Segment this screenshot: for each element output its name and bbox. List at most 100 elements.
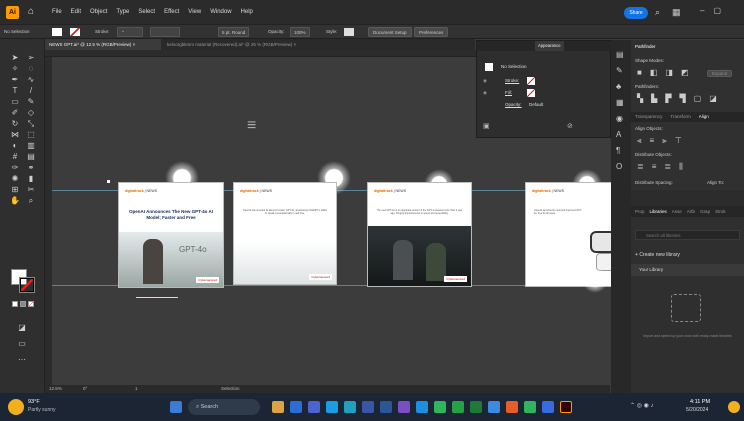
- distribute-bottom-icon[interactable]: ≣: [664, 162, 671, 172]
- screen-mode-icon[interactable]: ▭: [15, 339, 29, 349]
- library-search[interactable]: Search all libraries: [635, 230, 740, 240]
- distribute-left-icon[interactable]: ⫼: [679, 162, 683, 172]
- eyedropper-icon[interactable]: ✑: [8, 163, 22, 173]
- color-icon[interactable]: ◉: [616, 114, 623, 123]
- crop-icon[interactable]: ▜: [679, 94, 685, 103]
- notification-icon[interactable]: [728, 401, 740, 413]
- gradient-mode-icon[interactable]: [20, 301, 26, 307]
- opentype-icon[interactable]: O: [616, 162, 622, 171]
- gradient-tool-icon[interactable]: ▤: [24, 152, 38, 162]
- artboard-number[interactable]: 1: [135, 386, 138, 391]
- lasso-icon[interactable]: ◌: [24, 64, 38, 74]
- new-item-icon[interactable]: ▣: [483, 121, 490, 133]
- stroke-weight-field[interactable]: ⌃: [117, 27, 143, 37]
- artboard-3[interactable]: digitaltrack | NEWS The new GPT-4o is an…: [367, 182, 472, 287]
- menu-object[interactable]: Object: [90, 9, 107, 15]
- taskbar-app-icon[interactable]: [488, 401, 500, 413]
- brush-select[interactable]: 5 pt. Round: [218, 27, 250, 37]
- menu-effect[interactable]: Effect: [164, 9, 179, 15]
- eraser-icon[interactable]: ◇: [24, 108, 38, 118]
- selection-tool-icon[interactable]: ➤: [8, 53, 22, 63]
- taskbar-app-icon[interactable]: [398, 401, 410, 413]
- taskbar-app-icon[interactable]: [524, 401, 536, 413]
- unite-icon[interactable]: ■: [637, 68, 642, 77]
- expand-button[interactable]: Expand: [707, 70, 733, 77]
- brushes-icon[interactable]: ✎: [616, 66, 623, 75]
- taskbar-app-icon[interactable]: [452, 401, 464, 413]
- more-tools-icon[interactable]: ⋯: [15, 355, 29, 365]
- your-library-item[interactable]: Your Library: [631, 264, 744, 276]
- align-right-icon[interactable]: ⫸: [662, 136, 667, 146]
- taskbar-app-icon[interactable]: [272, 401, 284, 413]
- search-icon[interactable]: ⌕: [655, 7, 660, 18]
- merge-icon[interactable]: ▛: [665, 94, 671, 103]
- zoom-level[interactable]: 12.5%: [49, 386, 62, 391]
- exclude-icon[interactable]: ◩: [681, 68, 689, 77]
- none-mode-icon[interactable]: [28, 301, 34, 307]
- layers-icon[interactable]: ▤: [616, 50, 624, 59]
- tab-stroke[interactable]: Strok: [715, 206, 726, 217]
- perspective-grid-icon[interactable]: ▥: [24, 141, 38, 151]
- taskbar-app-icon[interactable]: [380, 401, 392, 413]
- tab-transparency[interactable]: Transparency: [635, 112, 662, 122]
- tab-artboards[interactable]: Artb: [687, 206, 695, 217]
- fill-swatch[interactable]: [527, 89, 535, 97]
- taskbar-app-icon[interactable]: [470, 401, 482, 413]
- menu-type[interactable]: Type: [116, 9, 129, 15]
- windows-start-icon[interactable]: [170, 401, 182, 413]
- taskbar-app-icon[interactable]: [434, 401, 446, 413]
- minus-front-icon[interactable]: ◧: [650, 68, 658, 77]
- shape-builder-icon[interactable]: ◐: [8, 141, 22, 151]
- align-top-icon[interactable]: ⊤: [675, 136, 682, 146]
- artboard-tool-icon[interactable]: ⊞: [8, 185, 22, 195]
- taskbar-app-icon[interactable]: [542, 401, 554, 413]
- tab-news-gpt[interactable]: NEWS GPT.ai* @ 12.5 % (RGB/Preview) ×: [45, 39, 161, 50]
- tab-properties[interactable]: Prop: [635, 206, 645, 217]
- character-icon[interactable]: A: [616, 130, 621, 139]
- menu-file[interactable]: File: [52, 9, 62, 15]
- variable-width-select[interactable]: [150, 27, 180, 37]
- line-tool-icon[interactable]: /: [24, 86, 38, 96]
- zoom-tool-icon[interactable]: ⌕: [24, 196, 38, 206]
- pen-tool-icon[interactable]: ✒: [8, 75, 22, 85]
- fill-swatch[interactable]: [52, 28, 62, 36]
- taskbar-app-icon[interactable]: [362, 401, 374, 413]
- paintbrush-icon[interactable]: ✎: [24, 97, 38, 107]
- distribute-center-icon[interactable]: ≡: [652, 162, 657, 172]
- tab-appearance[interactable]: Appearance: [535, 41, 564, 51]
- system-tray-icons[interactable]: ⌃ ◎ ◉ ♪: [630, 402, 654, 409]
- direct-selection-tool-icon[interactable]: ➢: [24, 53, 38, 63]
- taskbar-app-icon[interactable]: [326, 401, 338, 413]
- tab-pathfinder[interactable]: Pathfinder: [635, 44, 656, 49]
- menu-view[interactable]: View: [188, 9, 201, 15]
- preferences-button[interactable]: Preferences: [414, 27, 449, 37]
- weather-icon[interactable]: [8, 399, 24, 415]
- rotate-tool-icon[interactable]: ↻: [8, 119, 22, 129]
- taskbar-app-icon[interactable]: [416, 401, 428, 413]
- menu-edit[interactable]: Edit: [71, 9, 81, 15]
- style-swatch[interactable]: [344, 28, 354, 36]
- divide-icon[interactable]: ▚: [637, 94, 643, 103]
- fill-row[interactable]: Fill:: [505, 87, 512, 99]
- maximize-icon[interactable]: ▢: [713, 6, 721, 15]
- minimize-icon[interactable]: –: [700, 6, 704, 15]
- symbol-sprayer-icon[interactable]: ✺: [8, 174, 22, 184]
- workspace-icon[interactable]: ▦: [672, 7, 681, 18]
- eye-icon[interactable]: ◉: [483, 75, 487, 87]
- taskbar-app-icon[interactable]: [290, 401, 302, 413]
- artboard-2[interactable]: digitaltrack | NEWS OpenAI has unveiled …: [233, 182, 337, 285]
- menu-window[interactable]: Window: [210, 9, 231, 15]
- distribute-top-icon[interactable]: ≣: [637, 162, 644, 172]
- taskbar-app-icon[interactable]: [308, 401, 320, 413]
- paragraph-icon[interactable]: ¶: [616, 146, 620, 155]
- type-tool-icon[interactable]: T: [8, 86, 22, 96]
- shaper-tool-icon[interactable]: ✐: [8, 108, 22, 118]
- stroke-swatch[interactable]: [527, 77, 535, 85]
- minus-back-icon[interactable]: ◪: [709, 94, 717, 103]
- delete-icon[interactable]: ⊘: [567, 121, 573, 133]
- symbols-icon[interactable]: ♣: [616, 82, 621, 91]
- taskbar-app-icon[interactable]: [506, 401, 518, 413]
- mesh-tool-icon[interactable]: #: [8, 152, 22, 162]
- rectangle-tool-icon[interactable]: ▭: [8, 97, 22, 107]
- create-library-button[interactable]: + Create new library: [635, 252, 680, 258]
